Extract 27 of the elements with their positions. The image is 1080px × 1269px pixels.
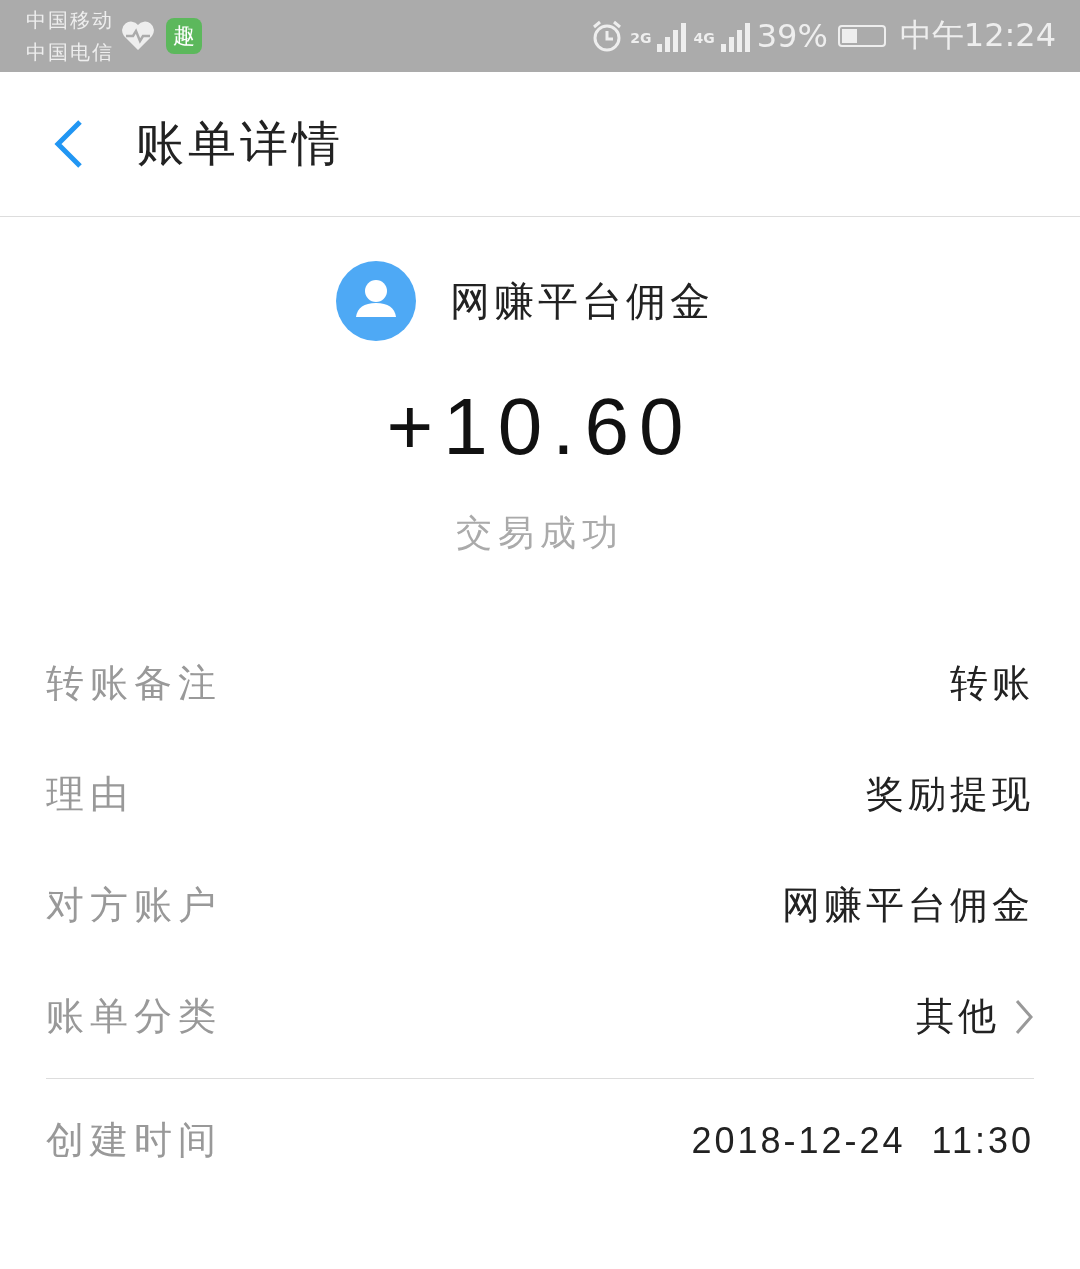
battery-percent: 39%: [756, 17, 828, 55]
detail-label: 转账备注: [46, 660, 222, 707]
app-icon: 趣: [166, 18, 202, 54]
detail-value: 网赚平台佣金: [782, 882, 1034, 929]
heart-icon: [120, 20, 156, 52]
detail-label: 理由: [46, 771, 134, 818]
network-label: 4G: [693, 30, 715, 46]
network-label: 2G: [630, 30, 652, 46]
carrier-name: 中国移动: [26, 7, 114, 34]
payee-name: 网赚平台佣金: [450, 276, 714, 326]
clock-time: 中午12:24: [899, 15, 1056, 56]
page-title: 账单详情: [136, 114, 344, 173]
signal-icon: [720, 20, 751, 52]
chevron-right-icon: [1014, 997, 1034, 1036]
avatar-icon: [336, 261, 416, 341]
detail-value: 2018-12-24 11:30: [691, 1119, 1034, 1162]
carrier-name: 中国电信: [26, 39, 114, 66]
amount: +10.60: [386, 381, 694, 473]
detail-value: 转账: [950, 660, 1034, 707]
transaction-status: 交易成功: [456, 511, 624, 555]
signal-icon: [657, 20, 688, 52]
detail-label: 对方账户: [46, 882, 222, 929]
detail-label: 账单分类: [46, 993, 222, 1040]
detail-label: 创建时间: [46, 1117, 222, 1164]
category-link[interactable]: 其他: [916, 991, 1034, 1042]
battery-icon: [837, 25, 886, 47]
detail-value: 奖励提现: [866, 771, 1034, 818]
